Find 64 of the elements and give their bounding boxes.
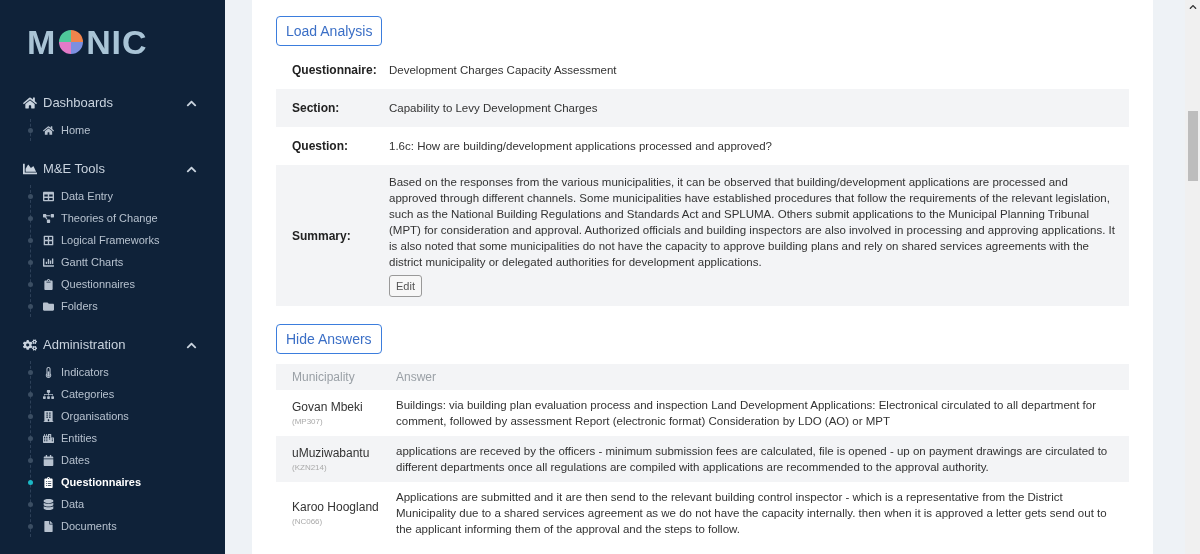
detail-value: Based on the responses from the various municipalities, it can be observed that building/development applications are processed and approved through different channels. Some municipalities have established procedures that follow the requirements of the relevant legislation, such as the National Building Regulations and Standards Act and SPLUMA. Others submit applications to the Municipal Planning Tribunal (MPT) for consideration and approval. Authorized officials and building inspectors are also involved in processing and approving applications. It is also noted that some municipalities do not have the capacity to approve building plans and rely on shared services agreements with the district municipality or delegated authorities for development applications. <box>389 175 1115 270</box>
logo-mark-icon <box>57 28 86 56</box>
municipality-name: Govan Mbeki <box>292 399 364 416</box>
thermometer-icon <box>43 366 54 378</box>
detail-label: Section: <box>291 100 341 117</box>
city-icon <box>43 432 54 444</box>
municipality-name: uMuziwabantu <box>292 445 371 462</box>
sidebar-item[interactable]: Logical Frameworks <box>61 231 160 249</box>
gears-icon <box>23 338 37 352</box>
answer-text: Buildings: via building plan evaluation process and inspection Land Development Applications: Electronical circulated to all department for comment, followed by assessment Report (electronic format) Consideration by LDO (AO) or MPT <box>396 398 1097 429</box>
detail-label: Summary: <box>291 227 352 245</box>
clipboard-list-icon <box>43 476 54 488</box>
hide-answers-button[interactable]: Hide Answers <box>276 324 382 354</box>
logo-text: NIC <box>86 25 148 59</box>
detail-value: Development Charges Capacity Assessment <box>389 63 617 78</box>
scrollbar-thumb[interactable] <box>1187 111 1198 181</box>
sidebar-item[interactable]: Questionnaires <box>61 275 135 293</box>
sidebar-item[interactable]: Theories of Change <box>61 209 158 227</box>
sidebar-item[interactable]: Data Entry <box>61 187 113 205</box>
table-icon <box>43 190 54 202</box>
home-icon <box>43 124 54 136</box>
sidebar-item[interactable]: Organisations <box>61 407 129 425</box>
municipality-code: (NC066) <box>292 516 324 528</box>
bar-chart-icon <box>43 256 54 268</box>
clipboard-icon <box>43 278 54 290</box>
sidebar-item[interactable]: Home <box>61 121 91 139</box>
detail-label: Question: <box>291 138 349 155</box>
column-header: Answer <box>396 369 436 386</box>
sidebar-item[interactable]: Indicators <box>61 363 109 381</box>
logo-text: M <box>27 25 57 59</box>
scroll-up-icon[interactable] <box>1188 3 1197 11</box>
sidebar-item[interactable]: Documents <box>61 517 117 535</box>
scrollbar[interactable] <box>1185 0 1200 554</box>
detail-value: Capability to Levy Development Charges <box>389 101 598 116</box>
sidebar-item[interactable]: Questionnaires <box>61 473 142 491</box>
sidebar-item[interactable]: Folders <box>61 297 98 315</box>
diagram-icon <box>43 212 54 224</box>
sitemap-icon <box>43 388 54 400</box>
detail-label: Questionnaire: <box>291 62 378 79</box>
home-icon <box>23 96 37 110</box>
municipality-code: (MP307) <box>292 416 324 428</box>
answer-text: applications are receved by the officers - minimum submission fees are calculated, file is opened - up on payment drawings are circulated to different departments once all regulations are compiled with applications are recommended to the approval authority. <box>396 444 1109 475</box>
folder-icon <box>43 300 54 312</box>
file-icon <box>43 520 54 532</box>
sidebar-item[interactable]: Data <box>61 495 85 513</box>
municipality-name: Karoo Hoogland <box>292 499 380 516</box>
sidebar-item[interactable]: Categories <box>61 385 115 403</box>
sidebar-item[interactable]: Dates <box>61 451 90 469</box>
answer-text: Applications are submitted and it are then send to the relevant building control inspector - which is a representative from the District Municipality due to a shared services agreement as we do not have the capacity internally. then when it is approved a letter gets send out to the applicant informing them of the approval and the steps to follow. <box>396 490 1108 537</box>
section-title[interactable]: Dashboards <box>43 93 114 113</box>
calendar-icon <box>43 454 54 466</box>
section-title[interactable]: M&E Tools <box>43 159 105 179</box>
building-icon <box>43 410 54 422</box>
section-title[interactable]: Administration <box>43 335 126 355</box>
load-analysis-button[interactable]: Load Analysis <box>276 16 383 46</box>
sidebar-item[interactable]: Gantt Charts <box>61 253 124 271</box>
column-header: Municipality <box>291 369 356 386</box>
sidebar-item[interactable]: Entities <box>61 429 98 447</box>
area-chart-icon <box>23 162 37 176</box>
grid-icon <box>43 234 54 246</box>
detail-value: 1.6c: How are building/development applications processed and approved? <box>389 139 772 154</box>
municipality-code: (KZN214) <box>292 462 328 474</box>
edit-button[interactable]: Edit <box>389 275 422 297</box>
database-icon <box>43 498 54 510</box>
